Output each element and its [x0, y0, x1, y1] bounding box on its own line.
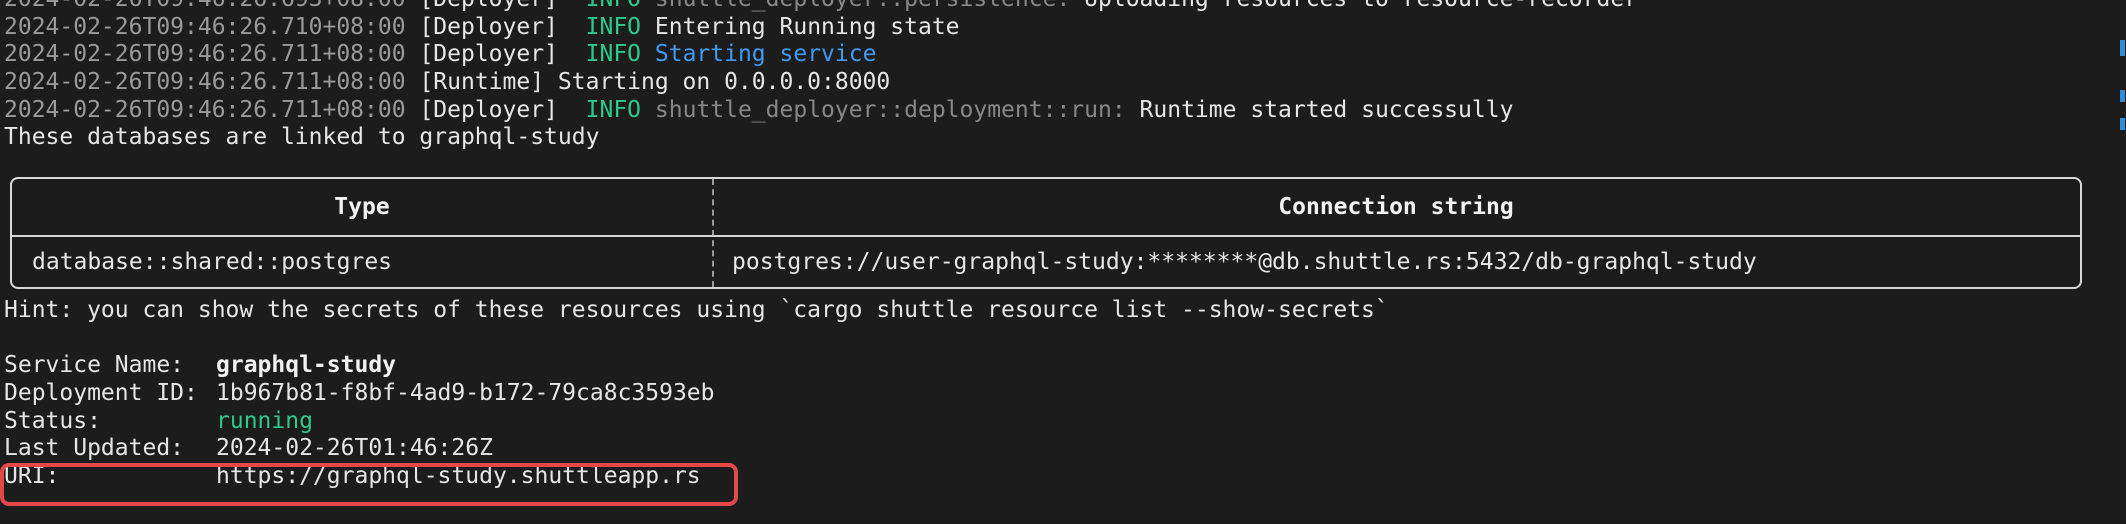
- status-label: Status:: [4, 407, 101, 434]
- log-timestamp: 2024-02-26T09:46:26.710+08:00: [4, 13, 406, 40]
- terminal-output-lower: Hint: you can show the secrets of these …: [4, 297, 2114, 491]
- log-source: [Deployer]: [419, 0, 557, 12]
- deployment-id-label: Deployment ID:: [4, 380, 198, 407]
- table-header-row: Type Connection string: [12, 179, 2080, 235]
- db-type-cell: database::shared::postgres: [32, 249, 393, 275]
- last-updated-label: Last Updated:: [4, 435, 185, 462]
- log-timestamp: 2024-02-26T09:46:26.711+08:00: [4, 41, 406, 68]
- uri-highlight-box: [0, 463, 738, 506]
- scroll-marker: [2120, 90, 2125, 102]
- column-header-connection-string: Connection string: [1278, 194, 1514, 220]
- log-source: [Deployer]: [419, 13, 558, 40]
- connection-string-cell: postgres://user-graphql-study:********@d…: [732, 249, 1757, 275]
- log-source: [Deployer]: [419, 96, 558, 123]
- table-row: database::shared::postgres postgres://us…: [12, 237, 2080, 287]
- databases-heading: These databases are linked to graphql-st…: [4, 124, 600, 151]
- log-target: shuttle_deployer::persistence:: [655, 0, 1070, 12]
- deployment-id-value: 1b967b81-f8bf-4ad9-b172-79ca8c3593eb: [216, 380, 715, 407]
- log-message: Runtime started successully: [1139, 96, 1514, 123]
- log-line: 2024-02-26T09:46:26.711+08:00 [Runtime] …: [4, 69, 2114, 97]
- service-name-value: graphql-study: [216, 352, 397, 379]
- log-message: Uploading resources to resource-recorder: [1084, 0, 1638, 12]
- service-name-line: Service Name: graphql-study: [4, 352, 2114, 380]
- log-line: 2024-02-26T09:46:26.710+08:00 [Deployer]…: [4, 14, 2114, 42]
- databases-table: Type Connection string database::shared:…: [10, 177, 2082, 289]
- log-timestamp: 2024-02-26T09:46:26.711+08:00: [4, 69, 406, 96]
- status-line: Status: running: [4, 408, 2114, 436]
- log-level: INFO: [585, 41, 642, 68]
- log-line: 2024-02-26T09:46:26.693+08:00 [Deployer]…: [4, 0, 2114, 14]
- last-updated-line: Last Updated: 2024-02-26T01:46:26Z: [4, 435, 2114, 463]
- log-message: Starting service: [654, 41, 877, 68]
- log-timestamp: 2024-02-26T09:46:26.711+08:00: [4, 96, 406, 123]
- log-target: shuttle_deployer::deployment::run:: [654, 96, 1126, 123]
- last-updated-value: 2024-02-26T01:46:26Z: [216, 435, 493, 462]
- deployment-id-line: Deployment ID: 1b967b81-f8bf-4ad9-b172-79…: [4, 380, 2114, 408]
- log-source: [Deployer]: [419, 41, 558, 68]
- terminal-output: 2024-02-26T09:46:26.693+08:00 [Deployer]…: [4, 0, 2114, 152]
- log-timestamp: 2024-02-26T09:46:26.693+08:00: [4, 0, 406, 12]
- log-level: INFO: [585, 13, 642, 40]
- column-header-type: Type: [334, 194, 390, 220]
- log-message: Entering Running state: [654, 13, 960, 40]
- log-level: INFO: [586, 0, 641, 12]
- log-line: 2024-02-26T09:46:26.711+08:00 [Deployer]…: [4, 41, 2114, 69]
- service-name-label: Service Name:: [4, 352, 185, 379]
- log-source: [Runtime]: [419, 69, 545, 96]
- log-message: Starting on 0.0.0.0:8000: [557, 69, 891, 96]
- hint-line: Hint: you can show the secrets of these …: [4, 297, 1389, 323]
- scroll-marker: [2120, 118, 2125, 130]
- log-line: 2024-02-26T09:46:26.711+08:00 [Deployer]…: [4, 97, 2114, 125]
- scroll-marker: [2120, 40, 2125, 56]
- log-level: INFO: [585, 96, 642, 123]
- status-value: running: [216, 407, 313, 434]
